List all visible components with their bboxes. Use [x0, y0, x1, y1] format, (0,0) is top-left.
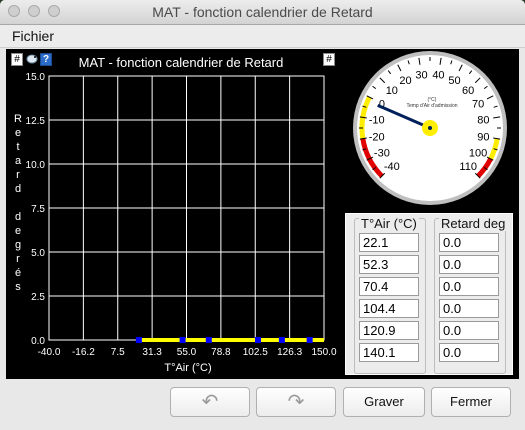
gauge-label: 70 [472, 98, 484, 110]
y-tick-label: 15.0 [26, 72, 46, 83]
y-axis-label: Retarddegrés [14, 113, 22, 293]
data-point[interactable] [306, 337, 313, 343]
data-point[interactable] [179, 337, 186, 343]
y-axis-label-char: a [15, 155, 22, 167]
gauge-caption: Temp d'Air d'admission [406, 103, 457, 109]
chart-grid [48, 75, 325, 341]
gauge-label: 20 [399, 75, 411, 87]
y-axis-label-char: é [15, 267, 21, 279]
y-tick-label: 12.5 [26, 116, 46, 127]
gauge-label: 110 [459, 161, 477, 173]
temperature-column-header: T°Air (°C) [359, 216, 419, 231]
y-tick-label: 10.0 [26, 160, 46, 171]
x-tick-label: 7.5 [111, 347, 125, 358]
gauge-label: 90 [477, 131, 489, 143]
table-container: T°Air (°C) 22.1 52.3 70.4 104.4 120.9 140.1 R… [345, 213, 513, 375]
retard-column-header: Retard deg [439, 216, 508, 231]
retard-cell[interactable]: 0.0 [439, 233, 499, 252]
chart-panel: # ? # MAT - fonction calendrier de Retar… [6, 49, 341, 379]
gauge-label: 10 [386, 85, 398, 97]
x-tick-label: 55.0 [177, 347, 197, 358]
y-tick-label: 7.5 [31, 204, 45, 215]
window-title: MAT - fonction calendrier de Retard [152, 4, 373, 20]
gauge-label: -30 [374, 148, 390, 160]
temperature-cell[interactable]: 52.3 [359, 255, 419, 274]
gauge-label: 50 [448, 75, 460, 87]
gauge-label: -40 [384, 161, 400, 173]
temperature-cell[interactable]: 104.4 [359, 299, 419, 318]
y-axis-label-char: r [16, 169, 20, 181]
chart-svg: MAT - fonction calendrier de Retard 0.0 2… [14, 55, 337, 374]
x-axis-label: T°Air (°C) [164, 362, 211, 374]
app-window: MAT - fonction calendrier de Retard Fich… [0, 0, 525, 430]
y-tick-labels: 0.0 2.5 5.0 7.5 10.0 12.5 15.0 [26, 72, 46, 347]
undo-button[interactable]: ↶ [170, 387, 250, 417]
temperature-gauge: -40-30-20-1001020 30 40 5060708090100110(°C… [353, 51, 507, 205]
table-panel: T°Air (°C) 22.1 52.3 70.4 104.4 120.9 140.1 R… [341, 209, 519, 379]
data-point[interactable] [135, 337, 142, 343]
x-tick-label: 78.8 [211, 347, 231, 358]
x-tick-label: -40.0 [38, 347, 61, 358]
temperature-cell[interactable]: 140.1 [359, 343, 419, 362]
gauge-label: -20 [369, 131, 385, 143]
data-point[interactable] [255, 337, 261, 343]
gauge-label: 40 [432, 70, 444, 82]
gauge-label: -10 [369, 115, 385, 127]
gauge-label: 60 [462, 85, 474, 97]
data-point[interactable] [278, 337, 285, 343]
fermer-button[interactable]: Fermer [431, 387, 511, 417]
gauge-label: 80 [477, 115, 489, 127]
x-tick-label: 126.3 [277, 347, 302, 358]
redo-icon: ↷ [287, 391, 305, 413]
retard-cell[interactable]: 0.0 [439, 321, 499, 340]
gauge-panel: -40 -30 -20 -10 0 10 20 30 40 50 60 70 80 90 100 110 (°C… [341, 49, 519, 209]
x-tick-label: 31.3 [142, 347, 162, 358]
title-bar: MAT - fonction calendrier de Retard [0, 0, 525, 25]
y-axis-label-char: s [15, 281, 21, 293]
y-axis-label-char: R [14, 113, 22, 125]
chart-title: MAT - fonction calendrier de Retard [79, 55, 284, 70]
y-axis-label-char: d [15, 183, 21, 195]
chart-series [135, 337, 324, 343]
x-tick-label: 102.5 [243, 347, 268, 358]
temperature-column: T°Air (°C) 22.1 52.3 70.4 104.4 120.9 140.1 [354, 216, 426, 374]
y-axis-label-char: r [16, 253, 20, 265]
menu-fichier[interactable]: Fichier [12, 28, 54, 44]
data-point[interactable] [205, 337, 212, 343]
x-tick-labels: -40.0 -16.2 7.5 31.3 55.0 78.8 102.5 126.3 150.0 [38, 347, 337, 358]
x-tick-label: 150.0 [311, 347, 336, 358]
gauge-hub-center [428, 126, 432, 130]
redo-button[interactable]: ↷ [256, 387, 336, 417]
temperature-cell[interactable]: 120.9 [359, 321, 419, 340]
temperature-cell[interactable]: 70.4 [359, 277, 419, 296]
temperature-cell[interactable]: 22.1 [359, 233, 419, 252]
gauge-label: 30 [415, 70, 427, 82]
undo-icon: ↶ [201, 391, 219, 413]
y-axis-label-char: t [16, 141, 19, 153]
y-tick-label: 0.0 [31, 336, 45, 347]
x-tick-label: -16.2 [72, 347, 95, 358]
y-axis-label-char: d [15, 211, 21, 223]
y-tick-label: 5.0 [31, 248, 45, 259]
retard-cell[interactable]: 0.0 [439, 299, 499, 318]
retard-cell[interactable]: 0.0 [439, 255, 499, 274]
retard-cell[interactable]: 0.0 [439, 343, 499, 362]
retard-cell[interactable]: 0.0 [439, 277, 499, 296]
graver-button[interactable]: Graver [343, 387, 425, 417]
gauge-label: 100 [469, 148, 487, 160]
menu-bar: Fichier [0, 25, 525, 48]
y-axis-label-char: e [15, 127, 21, 139]
y-axis-label-char: e [15, 225, 21, 237]
retard-column: Retard deg 0.0 0.0 0.0 0.0 0.0 0.0 [434, 216, 508, 374]
y-axis-label-char: g [15, 239, 21, 251]
y-tick-label: 2.5 [31, 292, 45, 303]
